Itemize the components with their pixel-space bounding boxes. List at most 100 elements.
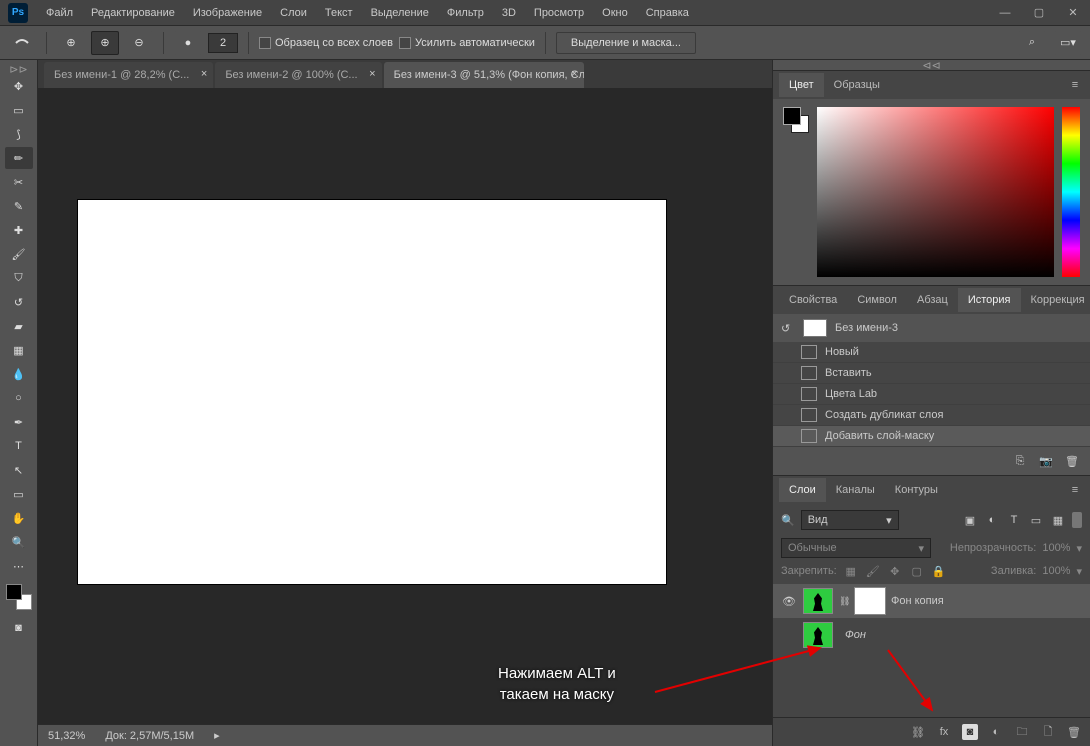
menu-filter[interactable]: Фильтр [439, 3, 492, 23]
tab-history[interactable]: История [958, 288, 1021, 312]
brush-preset-icon[interactable]: ● [174, 31, 202, 55]
toolbar-expand-icon[interactable]: ⊳⊳ [0, 64, 37, 74]
history-step[interactable]: Цвета Lab [773, 384, 1090, 405]
sample-all-layers-checkbox[interactable]: Образец со всех слоев [259, 37, 393, 49]
new-snapshot-icon[interactable]: 📷 [1038, 453, 1054, 469]
color-field[interactable] [817, 107, 1054, 277]
blend-mode-select[interactable]: Обычные▾ [781, 538, 931, 558]
healing-tool-icon[interactable]: ✚ [5, 219, 33, 241]
history-step[interactable]: Создать дубликат слоя [773, 405, 1090, 426]
menu-select[interactable]: Выделение [363, 3, 437, 23]
shape-tool-icon[interactable]: ▭ [5, 483, 33, 505]
menu-3d[interactable]: 3D [494, 3, 524, 23]
close-icon[interactable]: × [571, 68, 577, 80]
hue-slider[interactable] [1062, 107, 1080, 277]
eyedropper-tool-icon[interactable]: ✎ [5, 195, 33, 217]
current-tool-icon[interactable] [8, 31, 36, 55]
history-step[interactable]: Добавить слой-маску [773, 426, 1090, 447]
menu-view[interactable]: Просмотр [526, 3, 592, 23]
layer-row[interactable]: 👁 ⛓ Фон копия [773, 584, 1090, 618]
zoom-level[interactable]: 51,32% [48, 730, 85, 742]
workspace-switcher-icon[interactable]: ▭▾ [1054, 31, 1082, 55]
panel-menu-icon[interactable]: ≡ [1066, 484, 1084, 496]
layer-mask-thumbnail[interactable] [855, 588, 885, 614]
filter-pixel-icon[interactable]: ▣ [962, 512, 978, 528]
eraser-tool-icon[interactable]: ▰ [5, 315, 33, 337]
panel-collapse-icon[interactable]: ⊲⊲ [773, 60, 1090, 70]
minimize-button[interactable]: — [988, 0, 1022, 26]
filter-adjust-icon[interactable]: ◐ [984, 512, 1000, 528]
create-document-from-state-icon[interactable]: ⎘ [1012, 453, 1028, 469]
pen-tool-icon[interactable]: ✒ [5, 411, 33, 433]
zoom-tool-icon[interactable]: 🔍 [5, 531, 33, 553]
tab-layers[interactable]: Слои [779, 478, 826, 502]
auto-enhance-checkbox[interactable]: Усилить автоматически [399, 37, 535, 49]
tab-properties[interactable]: Свойства [779, 288, 847, 312]
filter-shape-icon[interactable]: ▭ [1028, 512, 1044, 528]
menu-window[interactable]: Окно [594, 3, 636, 23]
close-button[interactable]: ✕ [1056, 0, 1090, 26]
foreground-background-swatch[interactable] [6, 584, 32, 610]
hand-tool-icon[interactable]: ✋ [5, 507, 33, 529]
doc-tab-3[interactable]: Без имени-3 @ 51,3% (Фон копия, Слой-мас… [384, 62, 584, 88]
filter-search-icon[interactable]: 🔍 [781, 514, 795, 527]
history-snapshot[interactable]: ↺ Без имени-3 [773, 314, 1090, 342]
crop-tool-icon[interactable]: ✂ [5, 171, 33, 193]
quick-mask-icon[interactable]: ◙ [9, 618, 29, 638]
panel-menu-icon[interactable]: ≡ [1066, 79, 1084, 91]
gradient-tool-icon[interactable]: ▦ [5, 339, 33, 361]
blur-tool-icon[interactable]: 💧 [5, 363, 33, 385]
opacity-value[interactable]: 100% [1042, 542, 1070, 554]
fill-value[interactable]: 100% [1042, 565, 1070, 577]
history-step[interactable]: Вставить [773, 363, 1090, 384]
menu-file[interactable]: Файл [38, 3, 81, 23]
color-fgbg-swatch[interactable] [783, 107, 809, 133]
new-layer-icon[interactable]: 🗋 [1040, 724, 1056, 740]
link-layers-icon[interactable]: ⛓ [910, 724, 926, 740]
quick-select-tool-icon[interactable]: ✏ [5, 147, 33, 169]
marquee-tool-icon[interactable]: ▭ [5, 99, 33, 121]
qs-new-selection-icon[interactable]: ⊕ [57, 31, 85, 55]
lock-paint-icon[interactable]: 🖌 [865, 564, 881, 578]
menu-layer[interactable]: Слои [272, 3, 315, 23]
tab-paths[interactable]: Контуры [885, 478, 948, 502]
layer-name[interactable]: Фон [845, 629, 866, 641]
lock-all-icon[interactable]: 🔒 [931, 564, 947, 578]
lock-transparent-icon[interactable]: ▦ [843, 564, 859, 578]
dodge-tool-icon[interactable]: ○ [5, 387, 33, 409]
tab-adjustments[interactable]: Коррекция [1021, 288, 1090, 312]
delete-layer-icon[interactable]: 🗑 [1066, 724, 1082, 740]
search-icon[interactable]: ⌕ [1018, 31, 1046, 55]
filter-type-icon[interactable]: T [1006, 512, 1022, 528]
close-icon[interactable]: × [201, 68, 207, 80]
history-brush-tool-icon[interactable]: ↺ [5, 291, 33, 313]
menu-image[interactable]: Изображение [185, 3, 270, 23]
select-and-mask-button[interactable]: Выделение и маска... [556, 32, 696, 54]
filter-toggle-icon[interactable] [1072, 512, 1082, 528]
layer-filter-kind[interactable]: Вид▾ [801, 510, 899, 530]
layer-thumbnail[interactable] [803, 622, 833, 648]
canvas[interactable] [78, 200, 666, 584]
tab-color[interactable]: Цвет [779, 73, 824, 97]
doc-size[interactable]: Док: 2,57M/5,15M [105, 730, 194, 742]
layer-thumbnail[interactable] [803, 588, 833, 614]
lock-artboard-icon[interactable]: ▢ [909, 564, 925, 578]
close-icon[interactable]: × [369, 68, 375, 80]
menu-edit[interactable]: Редактирование [83, 3, 183, 23]
layer-row[interactable]: Фон [773, 618, 1090, 652]
edit-toolbar-icon[interactable]: ⋯ [5, 555, 33, 577]
path-select-tool-icon[interactable]: ↖ [5, 459, 33, 481]
doc-tab-1[interactable]: Без имени-1 @ 28,2% (C...× [44, 62, 213, 88]
tab-paragraph[interactable]: Абзац [907, 288, 958, 312]
qs-subtract-selection-icon[interactable]: ⊖ [125, 31, 153, 55]
delete-state-icon[interactable]: 🗑 [1064, 453, 1080, 469]
stamp-tool-icon[interactable]: ⛉ [5, 267, 33, 289]
type-tool-icon[interactable]: T [5, 435, 33, 457]
brush-tool-icon[interactable]: 🖌 [5, 243, 33, 265]
qs-add-selection-icon[interactable]: ⊕ [91, 31, 119, 55]
tab-swatches[interactable]: Образцы [824, 73, 890, 97]
history-brush-source-icon[interactable]: ↺ [781, 322, 795, 335]
status-menu-icon[interactable]: ▸ [214, 729, 220, 742]
lock-position-icon[interactable]: ✥ [887, 564, 903, 578]
visibility-icon[interactable]: 👁 [781, 595, 797, 608]
